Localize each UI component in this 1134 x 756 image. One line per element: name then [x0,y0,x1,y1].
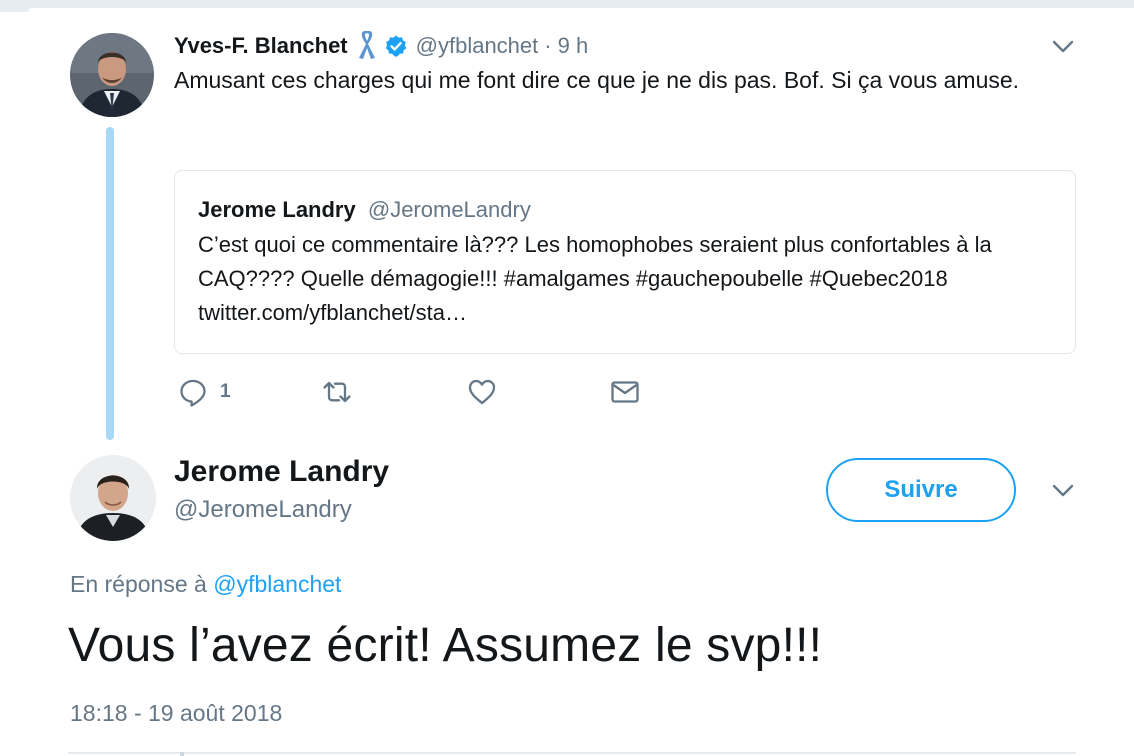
reply-icon [180,379,206,407]
parent-tweet-menu-chevron-down-icon[interactable] [1051,39,1075,55]
quoted-tweet-header: Jerome Landry @JeromeLandry [198,197,531,223]
heart-icon [468,379,496,405]
reply-button[interactable]: 1 [178,377,231,407]
reply-to-handle-link[interactable]: @yfblanchet [213,571,341,597]
like-button[interactable] [467,377,497,407]
header-separator: · [544,33,552,58]
blue-ribbon-icon [356,30,378,61]
quoted-author-name: Jerome Landry [198,197,356,222]
verified-badge-icon [384,34,408,58]
parent-author-name[interactable]: Yves-F. Blanchet [174,33,348,59]
quoted-tweet-text: C’est quoi ce commentaire là??? Les homo… [198,232,992,325]
parent-tweet-time[interactable]: 9 h [558,33,589,59]
reply-context: En réponse à @yfblanchet [70,571,341,598]
main-tweet-menu-chevron-down-icon[interactable] [1051,483,1075,499]
retweet-icon [323,381,351,403]
parent-tweet-text: Amusant ces charges qui me font dire ce … [174,67,1020,93]
parent-author-avatar[interactable] [70,33,154,117]
tweet-divider [68,752,1076,754]
quoted-author-handle: @JeromeLandry [367,197,531,222]
main-author-name[interactable]: Jerome Landry [174,455,389,489]
envelope-icon [611,381,639,403]
reply-to-prefix: En réponse à [70,571,207,597]
main-tweet-text: Vous l’avez écrit! Assumez le svp!!! [68,619,823,672]
main-avatar-image [70,455,156,541]
follow-button[interactable]: Suivre [826,458,1016,522]
parent-author-handle[interactable]: @yfblanchet [416,33,539,59]
retweet-button[interactable] [322,377,352,407]
parent-tweet-header: Yves-F. Blanchet @yfblanchet · 9 h [174,28,588,64]
parent-avatar-image [70,33,154,117]
direct-message-button[interactable] [610,377,640,407]
main-tweet-timestamp[interactable]: 18:18 - 19 août 2018 [70,700,282,727]
quoted-tweet-card[interactable]: Jerome Landry @JeromeLandry C’est quoi c… [174,170,1076,354]
window-frame-corner [28,8,1134,12]
window-frame-top [0,0,1134,12]
main-author-handle[interactable]: @JeromeLandry [174,496,352,524]
parent-tweet-actions: 1 [0,370,1134,414]
main-author-avatar[interactable] [70,455,156,541]
divider-notch [180,752,184,756]
reply-count: 1 [220,381,231,402]
